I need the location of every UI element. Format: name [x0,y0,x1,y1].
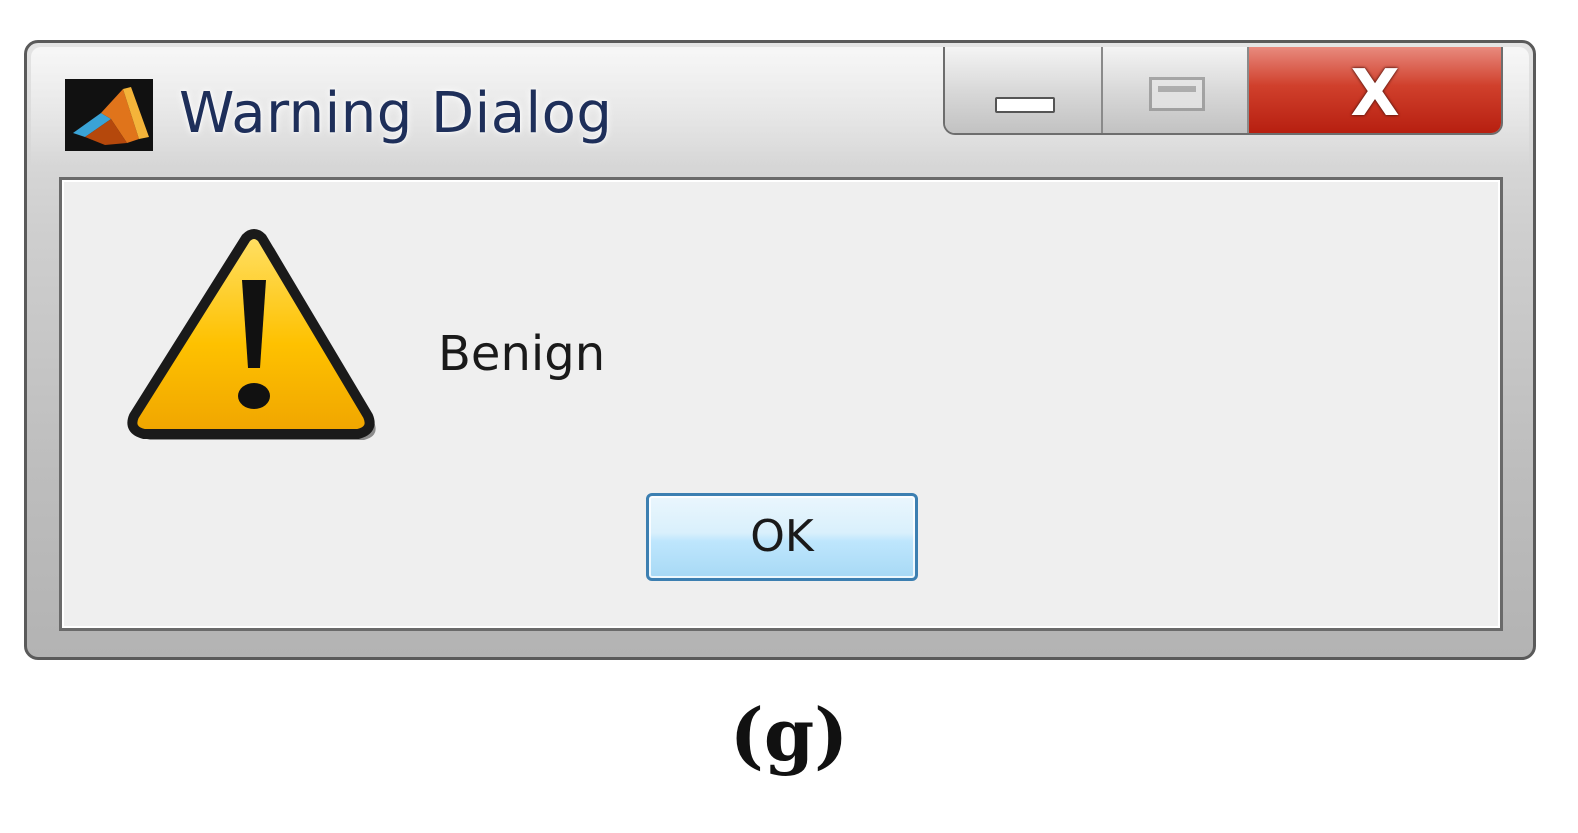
minimize-icon [995,97,1055,113]
warning-dialog-window: Warning Dialog X Benign OK [24,40,1536,660]
maximize-button[interactable] [1103,47,1249,133]
warning-icon [124,228,384,450]
dialog-message: Benign [438,326,606,382]
ok-button[interactable]: OK [646,493,918,581]
figure-label: (g) [729,692,849,777]
window-title: Warning Dialog [179,81,613,146]
minimize-button[interactable] [945,47,1103,133]
matlab-logo-icon [65,79,153,151]
caption-buttons: X [943,47,1503,135]
close-icon: X [1350,57,1400,131]
dialog-client-area: Benign OK [59,177,1503,631]
close-button[interactable]: X [1249,47,1501,133]
maximize-icon [1149,77,1205,111]
